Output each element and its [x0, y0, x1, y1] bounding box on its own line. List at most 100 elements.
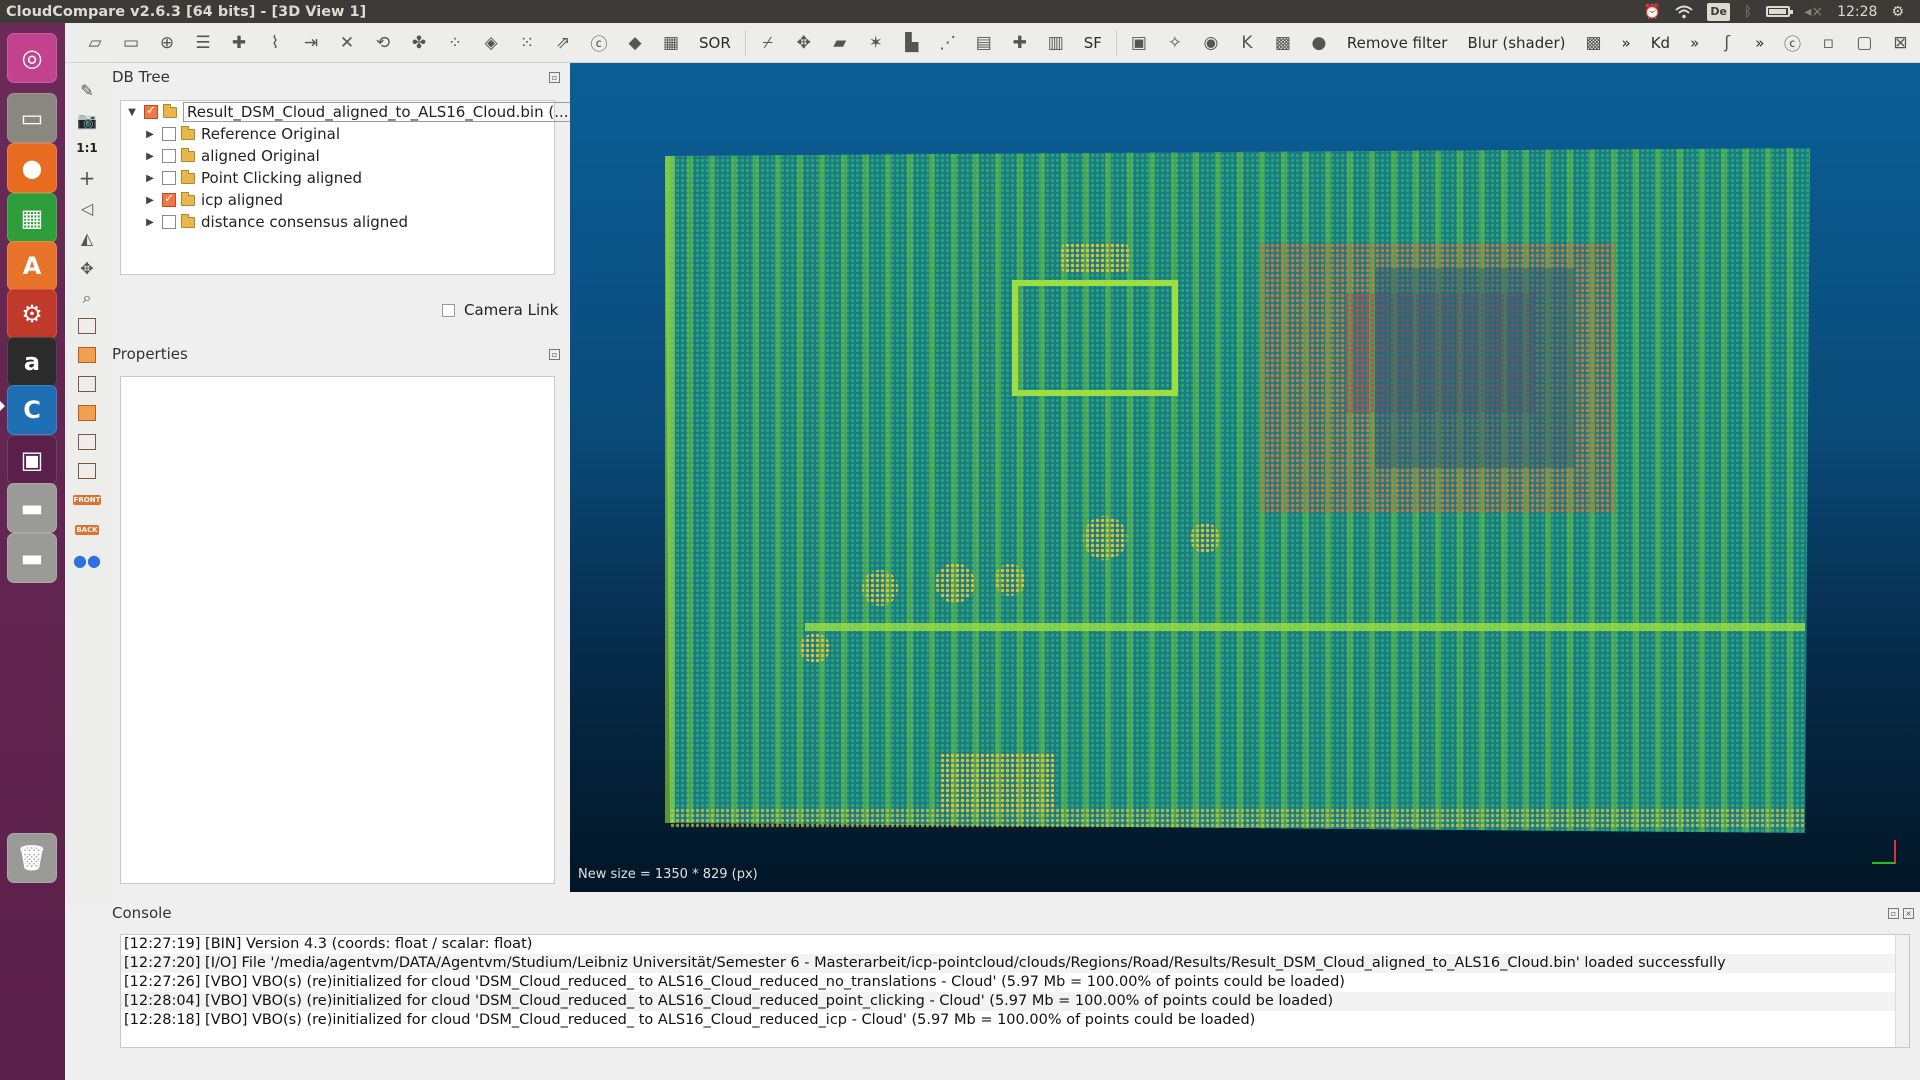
window-minimize-icon[interactable]: ▫ — [1810, 27, 1846, 59]
view-bottom-icon[interactable] — [73, 458, 101, 484]
camera-icon[interactable]: ✧ — [1157, 27, 1193, 59]
cloudcompare-icon[interactable]: C — [7, 385, 57, 435]
delete-icon[interactable]: ✕ — [329, 27, 365, 59]
tree-item[interactable]: ▶ distance consensus aligned — [143, 211, 408, 233]
firefox-icon[interactable]: ● — [7, 143, 57, 193]
histogram-icon[interactable]: ▙ — [894, 27, 930, 59]
clock[interactable]: 12:28 — [1837, 3, 1877, 21]
subsample-icon[interactable]: ⁘ — [437, 27, 473, 59]
pick-icon[interactable]: ⌿ — [750, 27, 786, 59]
expand-right-icon[interactable]: ▶ — [143, 195, 157, 206]
software-center-icon[interactable]: A — [7, 241, 57, 291]
move-icon[interactable]: ✥ — [786, 27, 822, 59]
interaction-mode-icon[interactable]: ✥ — [73, 255, 101, 281]
view-right-icon[interactable] — [73, 429, 101, 455]
expand-right-icon[interactable]: ▶ — [143, 129, 157, 140]
toolbar-overflow-button[interactable]: » — [1612, 34, 1641, 52]
clone-icon[interactable]: ⟲ — [365, 27, 401, 59]
calc-icon[interactable]: ▥ — [1038, 27, 1074, 59]
view-top-icon[interactable] — [73, 313, 101, 339]
mesh-icon[interactable]: ◈ — [473, 27, 509, 59]
kd-tree-button[interactable]: Kd — [1641, 34, 1680, 52]
db-tree-float-icon[interactable]: ▫ — [549, 72, 560, 83]
sample-icon[interactable]: ✤ — [401, 27, 437, 59]
toolbar-overflow-button-2[interactable]: » — [1680, 34, 1709, 52]
power-gear-icon[interactable]: ⚙ — [1891, 3, 1904, 21]
cross-icon[interactable]: ✚ — [1002, 27, 1038, 59]
tree-item[interactable]: ▶ Point Clicking aligned — [143, 167, 362, 189]
checkerboard-icon[interactable]: ▦ — [653, 27, 689, 59]
film-icon[interactable]: ▣ — [1121, 27, 1157, 59]
expand-down-icon[interactable]: ▼ — [125, 107, 139, 118]
wifi-icon[interactable] — [1675, 3, 1693, 21]
files-icon[interactable]: ▭ — [7, 93, 57, 143]
star-icon[interactable]: ✶ — [858, 27, 894, 59]
perspective-icon[interactable]: ◭ — [73, 225, 101, 251]
shader-settings-icon[interactable]: ▩ — [1576, 27, 1612, 59]
color-icon[interactable]: ◆ — [617, 27, 653, 59]
view-front-button[interactable]: FRONT — [72, 487, 102, 513]
plane-icon[interactable]: ▰ — [822, 27, 858, 59]
tree-root-checkbox[interactable] — [144, 103, 158, 119]
cc-logo-icon[interactable]: ⓒ — [1774, 27, 1810, 59]
noise-icon[interactable]: ⁙ — [509, 27, 545, 59]
camera-icon[interactable]: 📷 — [73, 107, 101, 133]
tree-item-checkbox[interactable] — [162, 149, 176, 163]
tree-item[interactable]: ▶ aligned Original — [143, 145, 320, 167]
properties-float-icon[interactable]: ▫ — [549, 349, 560, 360]
pivot-arrow-icon[interactable]: ◁ — [73, 195, 101, 221]
console-close-icon[interactable]: × — [1903, 908, 1914, 919]
s-curve-icon[interactable]: ʃ — [1709, 27, 1745, 59]
expand-right-icon[interactable]: ▶ — [143, 173, 157, 184]
view-back-button[interactable]: BACK — [73, 517, 101, 543]
scalar-field-button[interactable]: SF — [1074, 34, 1112, 52]
ubuntu-home-icon[interactable]: ◎ — [7, 33, 57, 83]
search-icon[interactable]: ⌕ — [73, 285, 101, 311]
alarm-clock-icon[interactable]: ⏰ — [1644, 3, 1661, 21]
amazon-icon[interactable]: a — [7, 337, 57, 387]
view-left-icon[interactable] — [73, 371, 101, 397]
expand-right-icon[interactable]: ▶ — [143, 217, 157, 228]
remove-filter-button[interactable]: Remove filter — [1337, 34, 1458, 52]
translate-rotate-icon[interactable]: ⊕ — [149, 27, 185, 59]
crosshair-icon[interactable]: + — [73, 165, 101, 191]
merge-icon[interactable]: ⇥ — [293, 27, 329, 59]
console-scrollbar[interactable] — [1895, 935, 1909, 1047]
window-close-icon[interactable]: ⊠ — [1882, 27, 1918, 59]
camera-link-checkbox[interactable] — [442, 304, 455, 317]
bluetooth-icon[interactable]: ᛒ — [1744, 3, 1752, 21]
edit-pencil-icon[interactable]: ✎ — [73, 77, 101, 103]
battery-icon[interactable] — [1766, 3, 1794, 21]
volume-icon[interactable]: ◂× — [1804, 3, 1823, 21]
drive-icon-2[interactable]: ▬ — [7, 533, 57, 583]
capture-icon[interactable]: ◉ — [1193, 27, 1229, 59]
tree-item-checkbox[interactable] — [162, 171, 176, 185]
list-icon[interactable]: ☰ — [185, 27, 221, 59]
toolbar-overflow-button-3[interactable]: » — [1745, 34, 1774, 52]
add-point-icon[interactable]: ✚ — [221, 27, 257, 59]
drive-icon-1[interactable]: ▬ — [7, 483, 57, 533]
cc-icon[interactable]: ⓒ — [581, 27, 617, 59]
circle-icon[interactable]: ● — [1301, 27, 1337, 59]
tree-item[interactable]: ▶ icp aligned — [143, 189, 283, 211]
expand-right-icon[interactable]: ▶ — [143, 151, 157, 162]
window-restore-icon[interactable]: ▢ — [1846, 27, 1882, 59]
map-icon[interactable]: ▩ — [1265, 27, 1301, 59]
filter-icon[interactable]: ▤ — [966, 27, 1002, 59]
blur-shader-button[interactable]: Blur (shader) — [1457, 34, 1575, 52]
console-float-icon[interactable]: ▫ — [1888, 908, 1899, 919]
trash-icon[interactable]: 🗑 — [7, 833, 57, 883]
3d-view[interactable]: New size = 1350 * 829 (px) — [570, 63, 1920, 892]
keyboard-layout-indicator[interactable]: De — [1707, 2, 1730, 21]
stats-icon[interactable]: ⋰ — [930, 27, 966, 59]
segment-icon[interactable]: ⌇ — [257, 27, 293, 59]
tree-root[interactable]: ▼ Result_DSM_Cloud_aligned_to_ALS16_Clou… — [125, 101, 573, 123]
normals-icon[interactable]: ⇗ — [545, 27, 581, 59]
sor-filter-button[interactable]: SOR — [689, 34, 741, 52]
tree-item-checkbox[interactable] — [162, 127, 176, 141]
tree-item-checkbox[interactable] — [162, 191, 176, 207]
libreoffice-calc-icon[interactable]: ▦ — [7, 193, 57, 243]
stereo-icon[interactable]: ●● — [73, 547, 101, 573]
save-icon[interactable]: ▭ — [113, 27, 149, 59]
tree-item-checkbox[interactable] — [162, 215, 176, 229]
